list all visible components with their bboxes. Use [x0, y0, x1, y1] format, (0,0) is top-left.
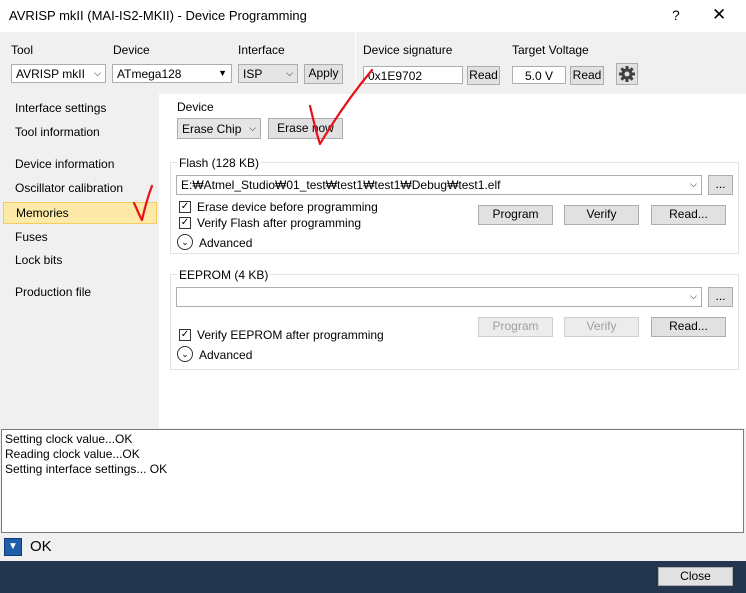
log-line: Setting clock value...OK [5, 432, 133, 446]
expand-log-icon[interactable]: ▼ [4, 538, 22, 556]
red-checkmark-erase [308, 68, 374, 146]
red-checkmark-memories [132, 184, 154, 222]
footer-bar: Close [0, 561, 746, 593]
log-line: Reading clock value...OK [5, 447, 140, 461]
close-button[interactable]: Close [658, 567, 733, 586]
status-text: OK [30, 538, 52, 555]
output-log: Setting clock value...OK Reading clock v… [1, 429, 744, 533]
status-bar: ▼ OK [0, 534, 746, 561]
log-line: Setting interface settings... OK [5, 462, 168, 476]
